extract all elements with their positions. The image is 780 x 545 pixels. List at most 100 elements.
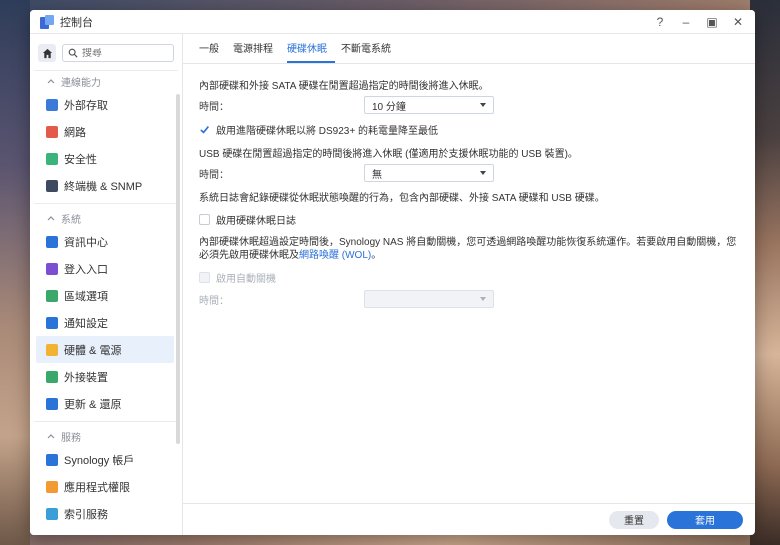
sidebar-item-label: 外接裝置	[64, 371, 108, 384]
apply-button[interactable]: 套用	[667, 510, 743, 529]
internal-hibernation-time-value: 10 分鐘	[372, 101, 406, 113]
sidebar-item-label: 索引服務	[64, 508, 108, 521]
regional-options-icon	[46, 289, 58, 302]
sidebar-item-label: 更新 & 還原	[64, 398, 122, 411]
sidebar-section-header[interactable]: 系統	[30, 208, 182, 228]
chevron-down-icon	[480, 297, 486, 301]
update-restore-icon	[46, 397, 58, 410]
sidebar: 連線能力外部存取網路安全性終端機 & SNMP 系統資訊中心登入入口區域選項通知設…	[30, 34, 183, 535]
indexing-service-icon	[46, 507, 58, 520]
search-input[interactable]	[82, 47, 162, 59]
auto-poweroff-checkbox[interactable]	[199, 271, 210, 283]
notification-icon	[46, 316, 58, 329]
advanced-hibernation-checkbox[interactable]	[199, 123, 210, 135]
sidebar-scrollbar[interactable]	[176, 94, 180, 444]
network-icon	[46, 125, 58, 138]
search-icon	[68, 48, 78, 58]
external-devices-icon	[46, 370, 58, 383]
sidebar-item-label: 登入入口	[64, 263, 108, 276]
sidebar-item-label: 網路	[64, 126, 86, 139]
title-bar: 控制台 ? – ▣ ✕	[30, 10, 755, 34]
sidebar-item[interactable]: 終端機 & SNMP	[30, 172, 176, 199]
sidebar-item[interactable]: 索引服務	[30, 500, 176, 527]
wol-link[interactable]: 網路喚醒 (WOL)	[299, 250, 371, 261]
footer-bar: 重置 套用	[183, 503, 755, 535]
control-panel-window: 控制台 ? – ▣ ✕ 連線能力外部存取網路安全性終端機 & SNMP 系統資訊中…	[30, 10, 755, 535]
sidebar-section-header[interactable]: 連線能力	[30, 71, 182, 91]
synology-account-icon	[46, 453, 58, 466]
sidebar-section-label: 系統	[61, 214, 81, 226]
auto-poweroff-time-select[interactable]	[364, 290, 494, 308]
home-icon	[42, 48, 52, 58]
sidebar-item[interactable]: 外部存取	[30, 91, 176, 118]
sidebar-item-label: 終端機 & SNMP	[64, 180, 143, 193]
terminal-icon	[46, 179, 58, 192]
sidebar-item[interactable]: 網路	[30, 118, 176, 145]
sidebar-section-label: 連線能力	[61, 77, 101, 89]
time-label-usb: 時間：	[199, 169, 229, 181]
sidebar-item-label: 硬體 & 電源	[64, 344, 122, 357]
time-label-poweroff: 時間：	[199, 295, 229, 307]
sidebar-item-label: Synology 帳戶	[64, 454, 135, 467]
search-box[interactable]	[62, 44, 174, 62]
chevron-down-icon	[480, 103, 486, 107]
reset-button[interactable]: 重置	[609, 510, 659, 529]
sidebar-item[interactable]: 安全性	[30, 145, 176, 172]
auto-poweroff-desc-end: 。	[371, 250, 382, 261]
sidebar-item-label: 通知設定	[64, 317, 108, 330]
sidebar-section-label: 服務	[61, 432, 81, 444]
auto-poweroff-desc: 內部硬碟休眠超過設定時間後，Synology NAS 將自動關機，您可透過網路喚…	[199, 236, 739, 262]
sidebar-item[interactable]: 更新 & 還原	[30, 390, 176, 417]
sidebar-item[interactable]: 登入入口	[30, 255, 176, 282]
sidebar-item[interactable]: 應用程式權限	[30, 473, 176, 500]
usb-hibernation-desc: USB 硬碟在閒置超過指定的時間後將進入休眠 (僅適用於支援休眠功能的 USB …	[199, 148, 578, 160]
time-label: 時間：	[199, 101, 229, 113]
app-privileges-icon	[46, 480, 58, 493]
internal-hibernation-desc: 內部硬碟和外接 SATA 硬碟在閒置超過指定的時間後將進入休眠。	[199, 80, 489, 92]
checkmark-icon	[200, 125, 209, 134]
tab-bar: 一般 電源排程 硬碟休眠 不斷電系統	[183, 34, 755, 64]
help-button[interactable]: ?	[653, 15, 667, 29]
security-shield-icon	[46, 152, 58, 165]
tab-ups[interactable]: 不斷電系統	[341, 40, 399, 63]
usb-hibernation-time-select[interactable]: 無	[364, 164, 494, 182]
sidebar-item-label: 外部存取	[64, 99, 108, 112]
auto-poweroff-desc-text: 內部硬碟休眠超過設定時間後，Synology NAS 將自動關機，您可透過網路喚…	[199, 237, 737, 261]
sidebar-item[interactable]: 硬體 & 電源	[36, 336, 174, 363]
sidebar-item-label: 應用程式權限	[64, 481, 130, 494]
main-panel: 一般 電源排程 硬碟休眠 不斷電系統 內部硬碟和外接 SATA 硬碟在閒置超過指…	[183, 34, 755, 535]
sidebar-item[interactable]: 區域選項	[30, 282, 176, 309]
tab-power-schedule[interactable]: 電源排程	[233, 40, 281, 63]
sidebar-item-label: 安全性	[64, 153, 97, 166]
sidebar-item[interactable]: 通知設定	[30, 309, 176, 336]
sidebar-nav: 連線能力外部存取網路安全性終端機 & SNMP 系統資訊中心登入入口區域選項通知設…	[30, 71, 182, 527]
maximize-button[interactable]: ▣	[705, 15, 719, 29]
sidebar-section-header[interactable]: 服務	[30, 426, 182, 446]
hardware-power-icon	[46, 343, 58, 356]
tab-general[interactable]: 一般	[199, 40, 227, 63]
control-panel-app-icon	[40, 14, 54, 29]
chevron-down-icon	[480, 171, 486, 175]
login-portal-icon	[46, 262, 58, 275]
info-center-icon	[46, 235, 58, 248]
external-access-icon	[46, 98, 58, 111]
sidebar-item[interactable]: 資訊中心	[30, 228, 176, 255]
advanced-hibernation-label: 啟用進階硬碟休眠以將 DS923+ 的耗電量降至最低	[216, 125, 438, 137]
sidebar-item-label: 區域選項	[64, 290, 108, 303]
auto-poweroff-label: 啟用自動關機	[216, 273, 276, 285]
usb-hibernation-time-value: 無	[372, 169, 382, 181]
window-title: 控制台	[60, 16, 93, 29]
home-button[interactable]	[38, 44, 56, 62]
minimize-button[interactable]: –	[679, 15, 693, 29]
sidebar-item[interactable]: Synology 帳戶	[30, 446, 176, 473]
tab-hdd-hibernation[interactable]: 硬碟休眠	[287, 40, 335, 63]
sidebar-item[interactable]: 外接裝置	[30, 363, 176, 390]
close-button[interactable]: ✕	[731, 15, 745, 29]
chevron-up-icon	[47, 76, 55, 87]
hibernation-log-label: 啟用硬碟休眠日誌	[216, 215, 296, 227]
hibernation-log-checkbox[interactable]	[199, 213, 210, 225]
chevron-up-icon	[47, 213, 55, 224]
hibernation-log-desc: 系統日誌會紀錄硬碟從休眠狀態喚醒的行為，包含內部硬碟、外接 SATA 硬碟和 U…	[199, 192, 605, 204]
internal-hibernation-time-select[interactable]: 10 分鐘	[364, 96, 494, 114]
sidebar-item-label: 資訊中心	[64, 236, 108, 249]
